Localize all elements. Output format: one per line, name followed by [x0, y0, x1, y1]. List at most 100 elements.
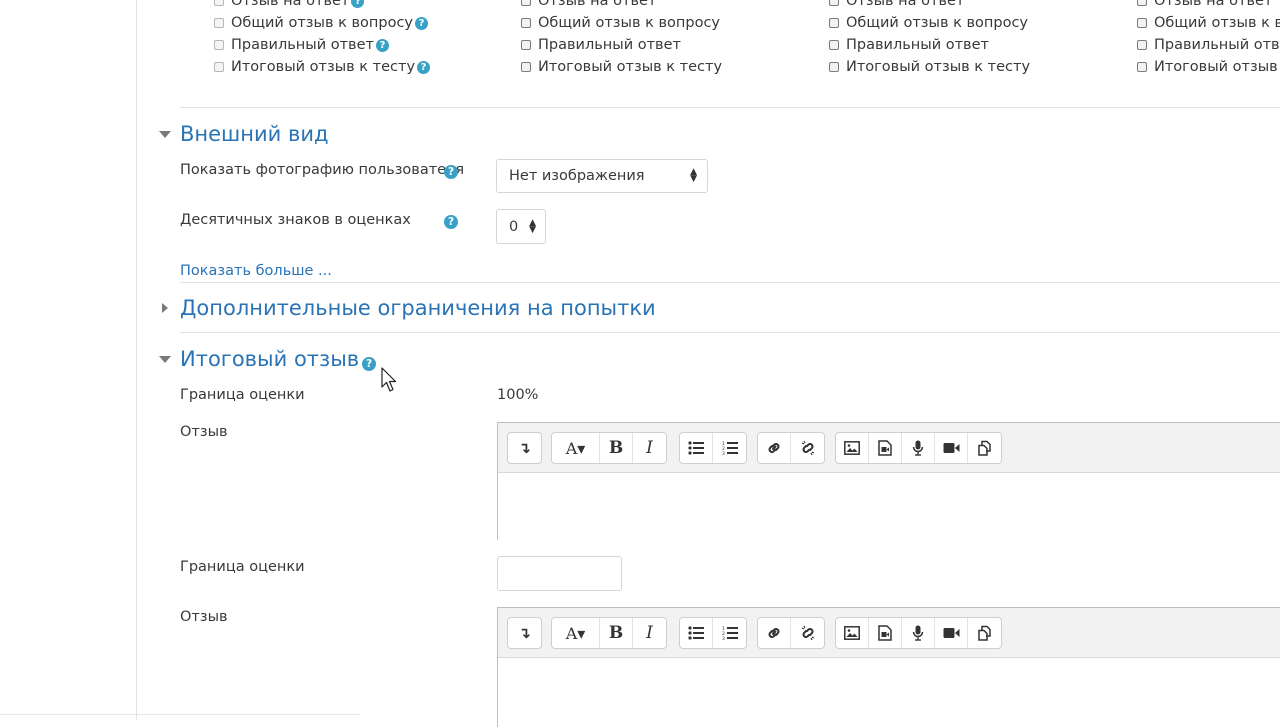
help-icon[interactable]: ? [415, 16, 428, 30]
feedback-editor[interactable]: ↴ A▾ B I 1 2 3 [497, 607, 1280, 728]
review-option-checkbox[interactable] [829, 62, 839, 72]
review-option-label: Общий отзыв к вопросу [846, 15, 1028, 31]
review-option-checkbox[interactable] [214, 0, 224, 6]
review-option-checkbox[interactable] [829, 18, 839, 28]
toggle-toolbar-icon[interactable]: ↴ [508, 433, 541, 463]
editor-content-area[interactable] [498, 658, 1280, 728]
review-option: Итоговый отзыв к тесту? [214, 58, 431, 76]
review-option-checkbox[interactable] [829, 40, 839, 50]
collapse-caret-icon[interactable] [159, 356, 171, 363]
decimal-places-select[interactable]: 0 ▲ ▼ [496, 209, 546, 244]
review-option: Правильный ответ? [214, 36, 389, 54]
svg-text:3: 3 [722, 636, 725, 640]
editor-toolbar: ↴ A▾ B I 1 2 3 [498, 423, 1280, 473]
toolbar-group: ↴ [507, 617, 542, 649]
video-icon[interactable] [935, 618, 968, 648]
italic-icon[interactable]: I [633, 433, 666, 463]
review-option-label: Итоговый отзыв к тесту [846, 59, 1031, 75]
review-option: Общий отзыв к вопросу [1137, 14, 1280, 32]
section-title-overall-feedback[interactable]: Итоговый отзыв [180, 347, 359, 371]
show-user-photo-select[interactable]: Нет изображения ▲ ▼ [496, 159, 708, 193]
section-divider [180, 107, 1280, 108]
link-icon[interactable] [758, 618, 791, 648]
review-option-label: Общий отзыв к вопросу [538, 15, 720, 31]
unlink-icon[interactable] [791, 433, 824, 463]
section-divider [180, 332, 1280, 333]
review-option-checkbox[interactable] [214, 18, 224, 28]
review-option-label: Итоговый отзыв к тесту [231, 59, 416, 75]
toggle-toolbar-icon[interactable]: ↴ [508, 618, 541, 648]
review-option-label: Отзыв на ответ [846, 0, 965, 9]
review-option: Правильный ответ [1137, 36, 1280, 54]
microphone-icon[interactable] [902, 433, 935, 463]
grade-boundary-input[interactable] [497, 556, 622, 591]
toolbar-group: 123 [679, 617, 747, 649]
grade-boundary-label: Граница оценки [180, 559, 305, 575]
review-option-checkbox[interactable] [1137, 0, 1147, 6]
toolbar-group: 123 [679, 432, 747, 464]
review-option-checkbox[interactable] [521, 18, 531, 28]
review-option-label: Отзыв на ответ [1154, 0, 1273, 9]
review-option-checkbox[interactable] [521, 0, 531, 6]
review-option: Общий отзыв к вопросу [829, 14, 1028, 32]
review-option-label: Правильный ответ [231, 37, 374, 53]
review-option: Итоговый отзыв к тесту [1137, 58, 1280, 76]
help-icon[interactable]: ? [417, 60, 431, 74]
toolbar-group [757, 432, 825, 464]
review-option-checkbox[interactable] [521, 40, 531, 50]
numbered-list-icon[interactable]: 123 [713, 618, 746, 648]
feedback-editor[interactable]: ↴ A▾ B I 1 2 3 [497, 422, 1280, 541]
link-icon[interactable] [758, 433, 791, 463]
unlink-icon[interactable] [791, 618, 824, 648]
review-option-label: Общий отзыв к вопросу [1154, 15, 1280, 31]
section-title-appearance[interactable]: Внешний вид [180, 122, 329, 146]
font-style-icon[interactable]: A▾ [552, 618, 600, 648]
show-user-photo-value: Нет изображения [509, 168, 645, 184]
review-option-checkbox[interactable] [214, 40, 224, 50]
review-option-checkbox[interactable] [829, 0, 839, 6]
review-option: Правильный ответ [521, 36, 681, 54]
image-icon[interactable] [836, 433, 869, 463]
review-option-checkbox[interactable] [521, 62, 531, 72]
review-option-checkbox[interactable] [1137, 18, 1147, 28]
section-title-extra-restrictions[interactable]: Дополнительные ограничения на попытки [180, 296, 656, 320]
toolbar-group: A▾ B I [551, 432, 667, 464]
manage-files-icon[interactable] [968, 618, 1001, 648]
review-option: Отзыв на ответ [521, 0, 656, 10]
manage-files-icon[interactable] [968, 433, 1001, 463]
editor-toolbar: ↴ A▾ B I 1 2 3 [498, 608, 1280, 658]
section-divider [180, 282, 1280, 283]
help-icon[interactable]: ? [362, 357, 376, 371]
show-more-link[interactable]: Показать больше ... [180, 263, 332, 279]
bold-icon[interactable]: B [600, 618, 633, 648]
review-option-label: Итоговый отзыв к тесту [538, 59, 723, 75]
video-icon[interactable] [935, 433, 968, 463]
image-icon[interactable] [836, 618, 869, 648]
review-option-checkbox[interactable] [1137, 62, 1147, 72]
review-option-checkbox[interactable] [214, 62, 224, 72]
numbered-list-icon[interactable]: 123 [713, 433, 746, 463]
microphone-icon[interactable] [902, 618, 935, 648]
media-icon[interactable] [869, 433, 902, 463]
feedback-label: Отзыв [180, 609, 228, 625]
editor-content-area[interactable] [498, 473, 1280, 541]
bullet-list-icon[interactable] [680, 618, 713, 648]
toolbar-group: ↴ [507, 432, 542, 464]
expand-caret-icon[interactable] [162, 303, 168, 313]
bold-icon[interactable]: B [600, 433, 633, 463]
toolbar-group [835, 617, 1002, 649]
italic-icon[interactable]: I [633, 618, 666, 648]
media-icon[interactable] [869, 618, 902, 648]
review-option-label: Итоговый отзыв к тесту [1154, 59, 1280, 75]
font-style-icon[interactable]: A▾ [552, 433, 600, 463]
help-icon[interactable]: ? [375, 38, 389, 52]
help-icon[interactable]: ? [444, 215, 458, 229]
help-icon[interactable]: ? [444, 165, 458, 179]
review-option-checkbox[interactable] [1137, 40, 1147, 50]
review-option: Итоговый отзыв к тесту [521, 58, 722, 76]
collapse-caret-icon[interactable] [159, 131, 171, 138]
help-icon[interactable]: ? [351, 0, 365, 8]
review-option-label: Отзыв на ответ [538, 0, 657, 9]
bullet-list-icon[interactable] [680, 433, 713, 463]
review-option: Отзыв на ответ? [214, 0, 365, 10]
